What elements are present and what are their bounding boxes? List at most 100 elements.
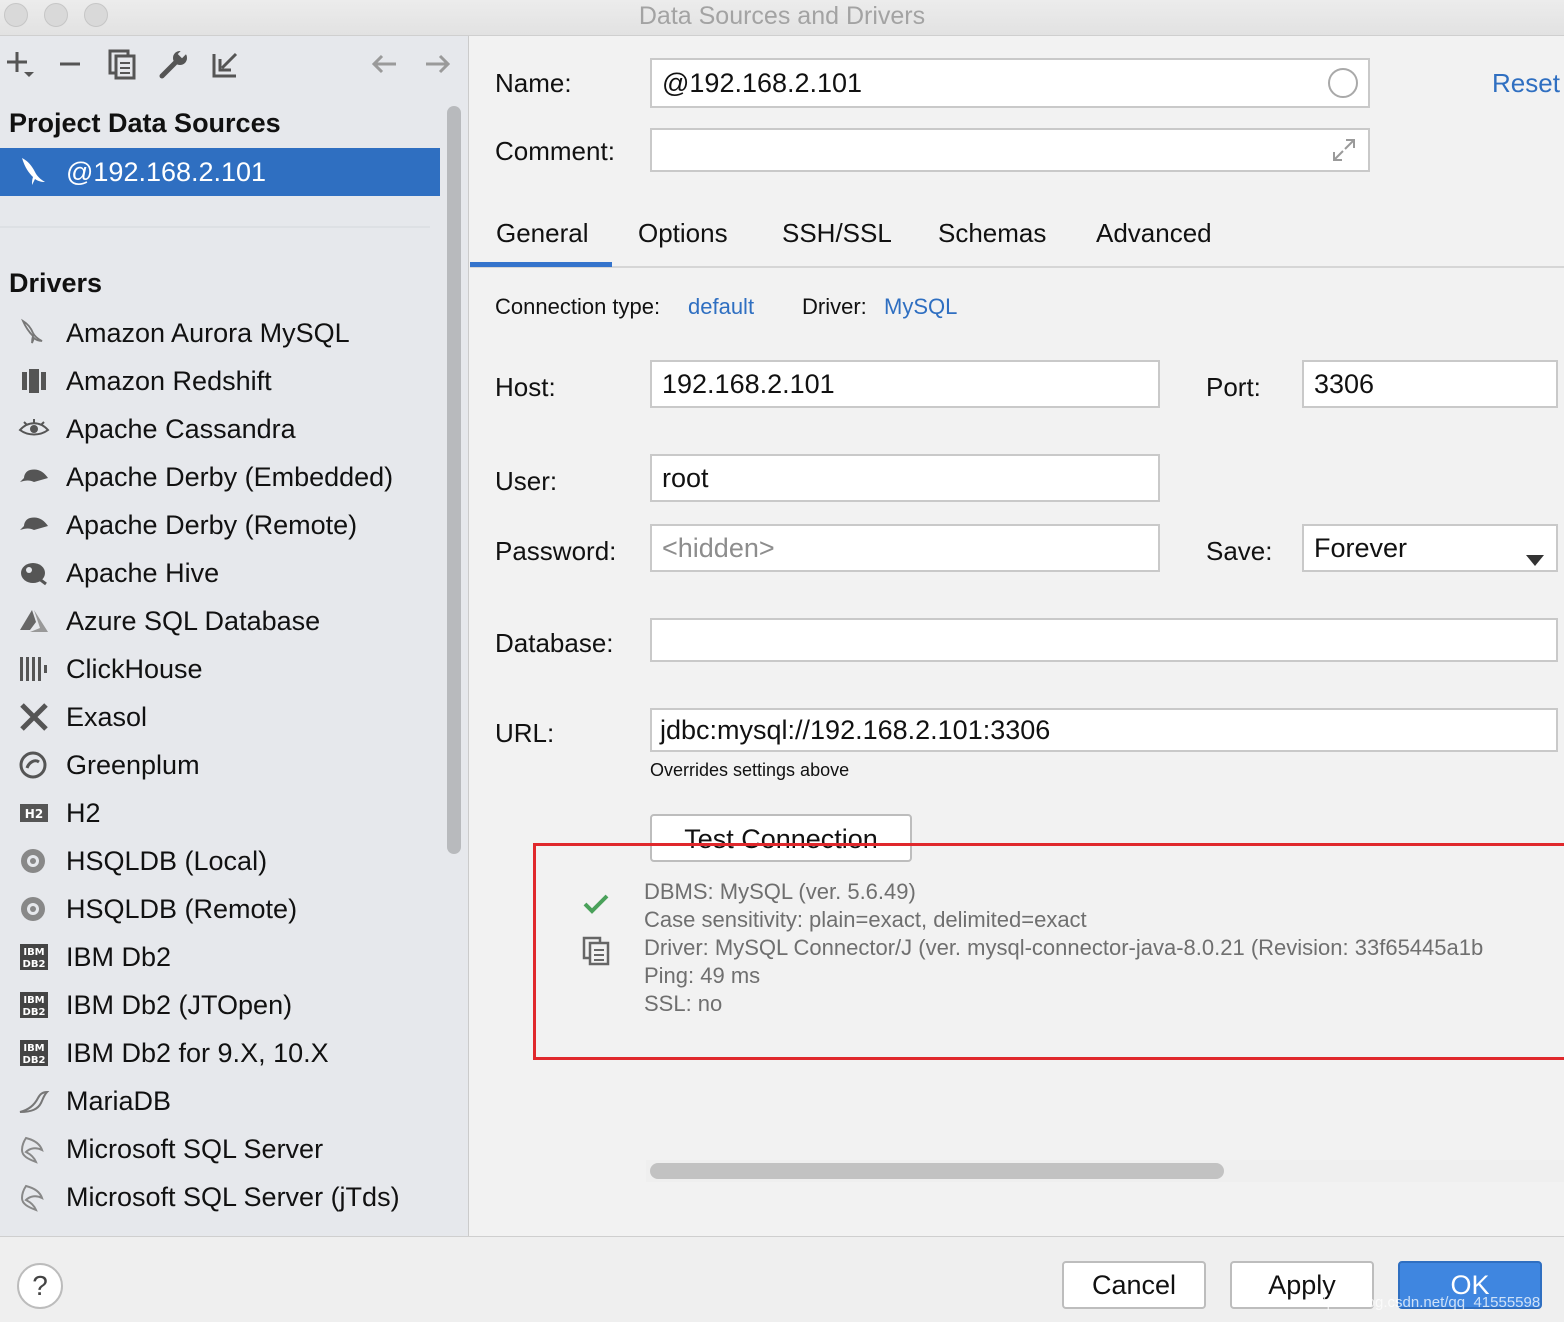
user-label: User:	[495, 466, 558, 496]
svg-text:DB2: DB2	[23, 1055, 46, 1066]
driver-item[interactable]: Microsoft SQL Server	[0, 1125, 445, 1173]
expand-icon[interactable]	[1330, 136, 1358, 171]
driver-item[interactable]: Amazon Aurora MySQL	[0, 309, 445, 357]
tab-schemas[interactable]: Schemas	[938, 218, 1046, 249]
svg-text:IBM: IBM	[23, 995, 44, 1006]
window-title: Data Sources and Drivers	[638, 2, 926, 30]
circle-icon	[18, 749, 50, 781]
copy-result-icon[interactable]	[582, 936, 610, 971]
back-arrow-icon[interactable]	[368, 48, 400, 80]
wrench-icon[interactable]	[158, 48, 190, 80]
dropdown-arrow-icon	[1526, 543, 1544, 574]
remove-icon[interactable]	[54, 48, 86, 80]
driver-item[interactable]: Azure SQL Database	[0, 597, 445, 645]
host-label: Host:	[495, 372, 556, 402]
port-field[interactable]: 3306	[1302, 360, 1558, 408]
copy-icon[interactable]	[106, 48, 138, 80]
password-label: Password:	[495, 536, 617, 566]
result-line-ssl: SSL: no	[644, 991, 723, 1016]
datasource-item-selected[interactable]: @192.168.2.101	[0, 148, 440, 196]
svg-text:IBM: IBM	[23, 947, 44, 958]
driver-link[interactable]: MySQL	[884, 294, 957, 320]
driver-item[interactable]: Exasol	[0, 693, 445, 741]
svg-text:IBM: IBM	[23, 1043, 44, 1054]
driver-item[interactable]: Apache Derby (Remote)	[0, 501, 445, 549]
driver-label: Driver:	[802, 294, 867, 319]
database-field[interactable]	[650, 618, 1558, 662]
comment-label: Comment:	[495, 136, 615, 166]
driver-item[interactable]: H2 H2	[0, 789, 445, 837]
forward-arrow-icon[interactable]	[422, 48, 454, 80]
driver-item[interactable]: Apache Derby (Embedded)	[0, 453, 445, 501]
reset-link[interactable]: Reset	[1492, 68, 1560, 99]
horizontal-scrollbar-thumb[interactable]	[650, 1163, 1224, 1179]
connection-result: DBMS: MySQL (ver. 5.6.49) Case sensitivi…	[644, 878, 1483, 1018]
x-icon	[18, 701, 50, 733]
tab-advanced[interactable]: Advanced	[1096, 218, 1212, 249]
add-icon[interactable]	[4, 48, 36, 80]
name-field[interactable]: @192.168.2.101	[650, 58, 1370, 108]
driver-item[interactable]: MariaDB	[0, 1077, 445, 1125]
port-label: Port:	[1206, 372, 1261, 402]
save-select[interactable]: Forever	[1302, 524, 1558, 572]
left-pane: Project Data Sources @192.168.2.101 Driv…	[0, 36, 469, 1236]
comment-field[interactable]	[650, 128, 1370, 172]
tab-general[interactable]: General	[496, 218, 589, 249]
password-field[interactable]: <hidden>	[650, 524, 1160, 572]
title-bar: Data Sources and Drivers	[0, 0, 1564, 36]
hat-icon	[18, 461, 50, 493]
result-line-driver: Driver: MySQL Connector/J (ver. mysql-co…	[644, 935, 1484, 960]
divider	[0, 226, 430, 228]
cancel-button[interactable]: Cancel	[1062, 1261, 1206, 1309]
tab-ssh-ssl[interactable]: SSH/SSL	[782, 218, 892, 249]
driver-item[interactable]: HSQLDB (Remote)	[0, 885, 445, 933]
driver-item[interactable]: Greenplum	[0, 741, 445, 789]
svg-text:DB2: DB2	[23, 959, 46, 970]
url-field[interactable]: jdbc:mysql://192.168.2.101:3306	[650, 708, 1558, 752]
tab-options[interactable]: Options	[638, 218, 728, 249]
driver-item[interactable]: Microsoft SQL Server (jTds)	[0, 1173, 445, 1221]
h2-icon: H2	[18, 797, 50, 829]
seal-icon	[18, 1085, 50, 1117]
tab-bar: General Options SSH/SSL Schemas Advanced	[470, 212, 1564, 268]
data-sources-dialog: Data Sources and Drivers Project Data So…	[0, 0, 1564, 1322]
svg-text:H2: H2	[25, 807, 43, 821]
driver-item[interactable]: HSQLDB (Local)	[0, 837, 445, 885]
sqlserver-icon	[18, 1133, 50, 1165]
check-icon	[582, 890, 610, 923]
driver-item[interactable]: Apache Hive	[0, 549, 445, 597]
driver-item[interactable]: Apache Cassandra	[0, 405, 445, 453]
drivers-heading: Drivers	[9, 268, 103, 298]
connection-type-link[interactable]: default	[688, 294, 754, 320]
driver-item[interactable]: Amazon Redshift	[0, 357, 445, 405]
result-line-case: Case sensitivity: plain=exact, delimited…	[644, 907, 1087, 932]
connection-type-label: Connection type:	[495, 294, 661, 319]
import-icon[interactable]	[210, 48, 242, 80]
bee-icon	[18, 557, 50, 589]
ibm-db2-icon: IBM DB2	[18, 941, 50, 973]
driver-item[interactable]: IBM DB2 IBM Db2 (JTOpen)	[0, 981, 445, 1029]
driver-item[interactable]: ClickHouse	[0, 645, 445, 693]
dolphin-icon	[18, 317, 50, 349]
ibm-db2-icon: IBM DB2	[18, 989, 50, 1021]
help-button[interactable]: ?	[17, 1263, 63, 1309]
azure-icon	[18, 605, 50, 637]
url-hint: Overrides settings above	[650, 760, 850, 780]
database-label: Database:	[495, 628, 614, 658]
svg-text:DB2: DB2	[23, 1007, 46, 1018]
name-label: Name:	[495, 68, 572, 98]
result-line-ping: Ping: 49 ms	[644, 963, 761, 988]
result-line-dbms: DBMS: MySQL (ver. 5.6.49)	[644, 879, 916, 904]
dolphin-icon	[14, 152, 54, 192]
url-label: URL:	[495, 718, 555, 748]
driver-item[interactable]: IBM DB2 IBM Db2 for 9.X, 10.X	[0, 1029, 445, 1077]
host-field[interactable]: 192.168.2.101	[650, 360, 1160, 408]
hat-icon	[18, 509, 50, 541]
left-scrollbar[interactable]	[447, 106, 461, 854]
hsqldb-icon	[18, 845, 50, 877]
color-circle-icon[interactable]	[1328, 68, 1358, 98]
user-field[interactable]: root	[650, 454, 1160, 502]
driver-item[interactable]: IBM DB2 IBM Db2	[0, 933, 445, 981]
datasource-label: @192.168.2.101	[66, 156, 267, 187]
driver-list: Amazon Aurora MySQL Amazon Redshift Apac…	[0, 309, 445, 1221]
